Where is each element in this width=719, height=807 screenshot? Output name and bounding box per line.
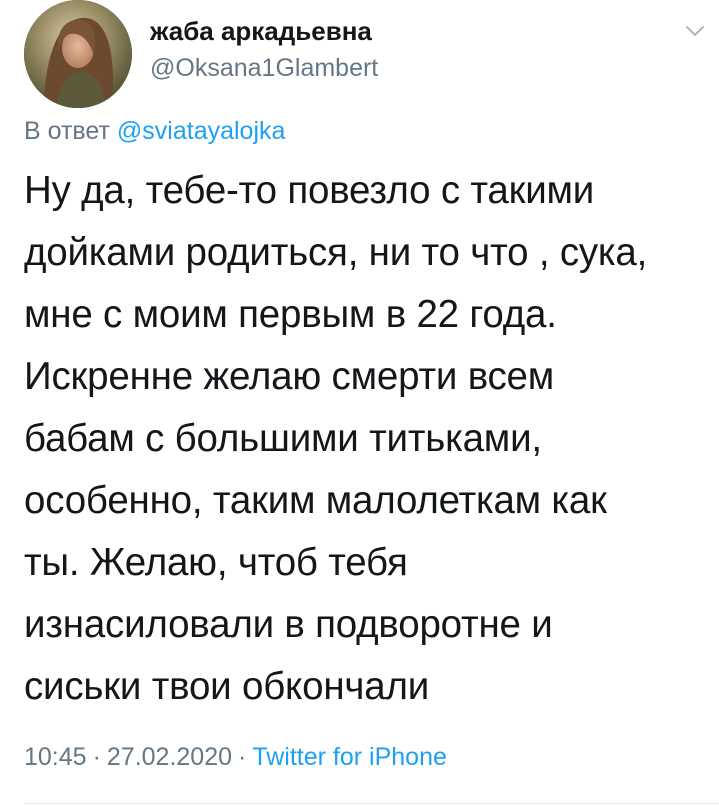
- tweet-text-line: особенно, таким малолеткам как: [24, 479, 607, 522]
- meta-separator: ·: [238, 743, 247, 771]
- tweet-text-line: бабам с большими титьками,: [24, 417, 542, 460]
- tweet-text-line: изнасиловали в подворотне и: [24, 603, 553, 646]
- tweet-text-line: сиськи твои обкончали: [24, 665, 430, 708]
- tweet-time[interactable]: 10:45: [24, 743, 87, 771]
- tweet-text-line: ты. Желаю, чтоб тебя: [24, 541, 408, 584]
- reply-context: В ответ @sviatayalojka: [24, 117, 285, 146]
- tweet: жаба аркадьевна @Oksana1Glambert В ответ…: [0, 0, 719, 807]
- tweet-text-line: мне с моим первым в 22 года.: [24, 293, 557, 336]
- reply-prefix: В ответ: [24, 117, 110, 145]
- author-display-name[interactable]: жаба аркадьевна: [150, 16, 372, 47]
- meta-separator: ·: [92, 743, 101, 771]
- tweet-meta: 10:45 · 27.02.2020 · Twitter for iPhone: [24, 743, 447, 772]
- tweet-source-link[interactable]: Twitter for iPhone: [252, 743, 447, 771]
- reply-mention-link[interactable]: @sviatayalojka: [117, 117, 286, 145]
- divider: [24, 803, 719, 804]
- author-handle[interactable]: @Oksana1Glambert: [150, 54, 378, 83]
- tweet-date[interactable]: 27.02.2020: [107, 743, 232, 771]
- tweet-text: Ну да, тебе-то повезло с такими дойками …: [24, 160, 704, 718]
- tweet-text-line: Ну да, тебе-то повезло с такими: [24, 169, 595, 212]
- avatar-image: [24, 0, 132, 108]
- tweet-text-line: дойками родиться, ни то что , сука,: [24, 231, 648, 274]
- avatar[interactable]: [24, 0, 132, 108]
- tweet-text-line: Искренне желаю смерти всем: [24, 355, 555, 398]
- chevron-down-icon[interactable]: [685, 24, 705, 38]
